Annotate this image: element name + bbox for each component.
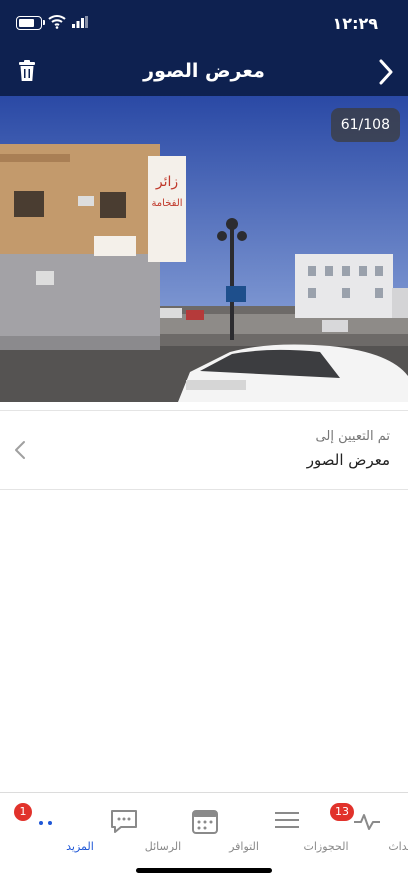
tab-events-label: الأحداث: [388, 840, 408, 853]
battery-tip: [43, 20, 45, 25]
calendar-icon: [192, 810, 218, 834]
status-bar: ١٢:٢٩: [0, 14, 408, 34]
more-badge: 1: [14, 803, 32, 821]
list-icon: [275, 812, 299, 828]
events-badge: 13: [330, 803, 354, 821]
tab-more[interactable]: المزيد 1: [0, 801, 94, 861]
status-time: ١٢:٢٩: [332, 14, 378, 33]
home-indicator: [136, 868, 272, 873]
wifi-icon: [48, 15, 66, 29]
battery-icon: [16, 16, 42, 30]
chevron-right-icon[interactable]: [378, 58, 394, 86]
chevron-left-icon: [15, 441, 25, 459]
assigned-to-row[interactable]: تم التعيين إلى معرض الصور: [0, 410, 408, 490]
assigned-to-label: تم التعيين إلى: [315, 429, 390, 444]
svg-text:الفخامة: الفخامة: [151, 198, 182, 209]
signal-icon: [72, 16, 88, 28]
chat-icon: [111, 810, 137, 833]
page-title: معرض الصور: [143, 60, 265, 82]
assigned-to-value: معرض الصور: [306, 451, 390, 469]
activity-icon: [354, 814, 380, 830]
tab-messages-label: الرسائل: [144, 840, 182, 853]
tab-availability-label: التوافر: [229, 840, 259, 853]
svg-text:زائر: زائر: [155, 174, 178, 190]
photo-counter: 61/108: [330, 108, 400, 142]
tab-more-label: المزيد: [66, 840, 94, 853]
app-header: ١٢:٢٩ معرض الصور: [0, 0, 408, 96]
tab-bookings-label: الحجوزات: [303, 840, 349, 853]
